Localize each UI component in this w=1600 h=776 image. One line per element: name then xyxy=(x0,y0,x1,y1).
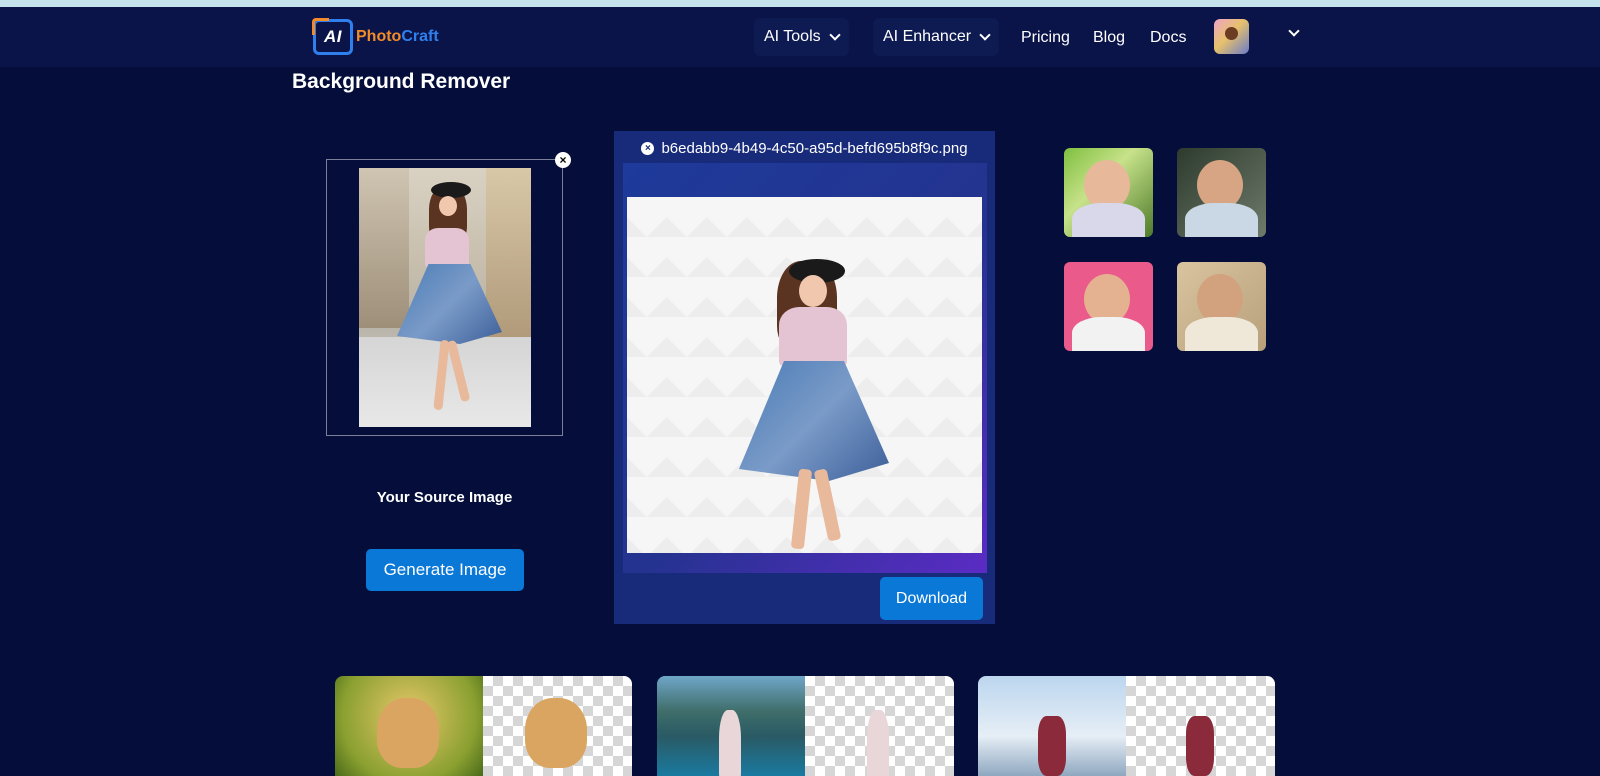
logo-word-photo: Photo xyxy=(356,28,402,45)
result-filename-row: × b6edabb9-4b49-4c50-a95d-befd695b8f9c.p… xyxy=(614,137,995,159)
logo-ai-text: AI xyxy=(324,27,342,46)
example-beach-before xyxy=(657,676,805,776)
result-woman-figure xyxy=(627,197,982,553)
page-title: Background Remover xyxy=(292,70,511,93)
example-dog-after xyxy=(483,676,632,776)
remove-source-close-icon[interactable]: × xyxy=(555,152,571,168)
example-card-jump[interactable] xyxy=(978,676,1275,776)
top-navbar: AI PhotoCraft AI Tools AI Enhancer Prici… xyxy=(0,7,1600,67)
example-jump-before xyxy=(978,676,1126,776)
logo-wordmark: PhotoCraft xyxy=(356,28,439,46)
brand-logo[interactable]: AI PhotoCraft xyxy=(312,17,439,57)
source-image xyxy=(359,168,531,427)
browser-top-strip xyxy=(0,0,1600,7)
result-image xyxy=(627,197,982,553)
source-image-label: Your Source Image xyxy=(376,489,513,506)
example-dog-before xyxy=(335,676,483,776)
chevron-down-icon xyxy=(979,29,991,41)
example-beach-after xyxy=(805,676,954,776)
nav-ai-tools-dropdown[interactable]: AI Tools xyxy=(754,18,849,56)
example-card-beach[interactable] xyxy=(657,676,954,776)
nav-ai-enhancer-dropdown[interactable]: AI Enhancer xyxy=(873,18,1000,56)
result-filename: b6edabb9-4b49-4c50-a95d-befd695b8f9c.png xyxy=(661,139,968,157)
nav-ai-enhancer-label: AI Enhancer xyxy=(883,28,972,45)
logo-word-craft: Craft xyxy=(401,28,439,45)
nav-docs-link[interactable]: Docs xyxy=(1150,29,1186,47)
logo-badge: AI xyxy=(312,18,353,55)
sample-thumbnail-woman[interactable] xyxy=(1064,148,1153,237)
sample-thumbnail-man-with-mask[interactable] xyxy=(1177,262,1266,351)
chevron-down-icon xyxy=(828,29,841,41)
account-menu-chevron-icon[interactable] xyxy=(1288,25,1300,37)
nav-pricing-link[interactable]: Pricing xyxy=(1021,29,1070,47)
sample-thumbnail-bald-man[interactable] xyxy=(1064,262,1153,351)
download-button[interactable]: Download xyxy=(880,577,983,620)
close-icon[interactable]: × xyxy=(641,141,655,155)
user-avatar[interactable] xyxy=(1214,19,1249,54)
nav-ai-tools-label: AI Tools xyxy=(764,28,821,45)
example-card-dog[interactable] xyxy=(335,676,632,776)
source-woman-figure xyxy=(359,168,531,427)
example-jump-after xyxy=(1126,676,1275,776)
sample-thumbnail-man-beard[interactable] xyxy=(1177,148,1266,237)
generate-image-button[interactable]: Generate Image xyxy=(366,549,524,591)
nav-blog-link[interactable]: Blog xyxy=(1093,29,1125,47)
